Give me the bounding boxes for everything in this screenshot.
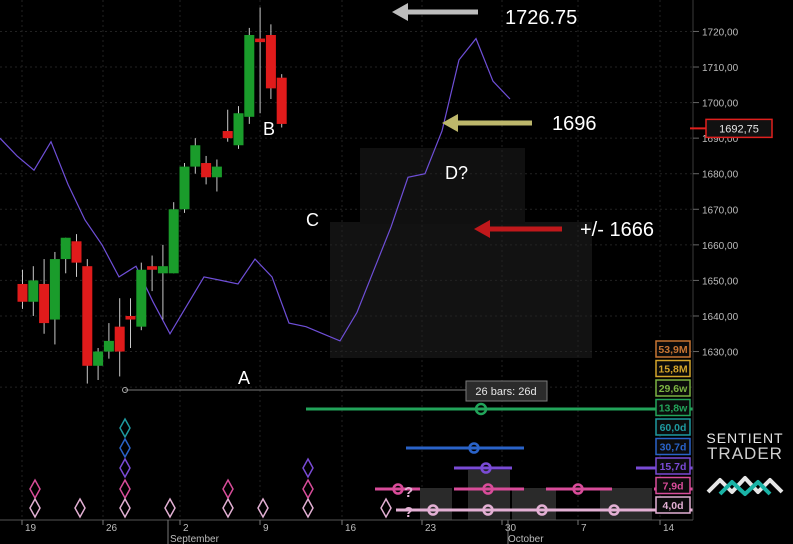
month-label: October [508,534,544,544]
wave-label-b: B [263,119,275,139]
y-tick-label: 1710,00 [702,63,739,74]
price-chart: ?? 1726.751696+/- 1666ABCD?26 bars: 26d … [0,0,773,544]
panel-shade [420,488,452,520]
candle-body-down [147,266,158,270]
x-tick-label: 16 [345,523,357,534]
y-tick-label: 1650,00 [702,276,739,287]
candle [265,24,276,100]
y-tick-label: 1640,00 [702,312,739,323]
annotation-1696: 1696 [552,113,597,135]
annotation-high: 1726.75 [505,7,577,29]
candle-body-up [190,145,201,167]
period-label: 29,6w [659,383,688,395]
shade-block-2 [360,148,525,224]
candle [168,202,179,274]
wave-label-d: D? [445,163,468,183]
candle [276,74,287,128]
y-tick-label: 1700,00 [702,99,739,110]
candle-body-down [201,163,212,178]
period-label: 15,8M [658,364,687,376]
candle-body-up [179,166,190,210]
candle-body-down [222,131,233,139]
brand-icon [706,476,784,496]
candle-body-up [157,266,168,274]
period-label: 60,0d [660,422,687,434]
candle [136,262,147,331]
x-tick-label: 23 [425,523,437,534]
candle-body-up [168,209,179,274]
candle-body-down [276,77,287,124]
wave-label-a: A [238,368,250,388]
panel-shade [600,488,652,520]
question-mark: ? [404,484,413,501]
annotation-1666: +/- 1666 [580,219,654,241]
candle-body-down [255,38,266,43]
y-tick-label: 1630,00 [702,348,739,359]
candle-body-down [265,35,276,89]
candle [244,27,255,124]
period-label: 13,8w [659,403,688,415]
candle-body-down [82,266,93,366]
period-label: 53,9M [658,344,687,356]
question-mark: ? [404,504,413,521]
panel-shade [468,470,510,520]
candle-body-down [114,326,125,352]
candle-body-down [71,241,82,263]
x-tick-label: 7 [581,523,587,534]
candle-body-up [60,237,71,260]
period-label: 4,0d [662,500,683,512]
candle-body-up [211,166,222,178]
x-tick-label: 30 [505,523,517,534]
period-label: 15,7d [660,461,687,473]
x-tick-label: 19 [25,523,37,534]
cycle-period-legend: 53,9M 15,8M 29,6w 13,8w 60,0d 30,7d 15,7d 7,9d 4… [655,340,691,514]
x-tick-label: 14 [663,523,675,534]
wave-label-c: C [306,210,319,230]
candle-body-up [244,35,255,117]
candle-body-down [17,283,28,302]
candle-body-up [49,259,60,320]
candle-body-down [125,315,136,320]
y-tick-label: 1680,00 [702,170,739,181]
period-label: 30,7d [660,442,687,454]
x-axis: 19 26 2 9 16 23 30 7 14 September October [0,519,693,544]
brand-logo: SENTIENT TRADER [700,430,790,509]
candle [82,259,93,384]
x-tick-label: 26 [106,523,118,534]
x-tick-label: 2 [183,523,189,534]
brand-line-2: TRADER [707,444,783,463]
month-label: September [170,534,220,544]
candle-body-up [93,351,104,366]
y-tick-label: 1720,00 [702,27,739,38]
candle-body-up [136,269,147,327]
candle-body-up [103,340,114,352]
x-tick-label: 9 [263,523,269,534]
candle-body-up [28,280,39,302]
measure-label: 26 bars: 26d [475,386,536,398]
candle-body-down [39,283,50,324]
panel-shade [512,488,556,520]
period-label: 7,9d [662,481,683,493]
y-tick-label: 1670,00 [702,205,739,216]
candle-body-up [233,113,244,146]
candle [179,163,190,213]
shade-block-1 [330,222,592,358]
current-price-label: 1692,75 [719,123,759,135]
y-tick-label: 1660,00 [702,241,739,252]
